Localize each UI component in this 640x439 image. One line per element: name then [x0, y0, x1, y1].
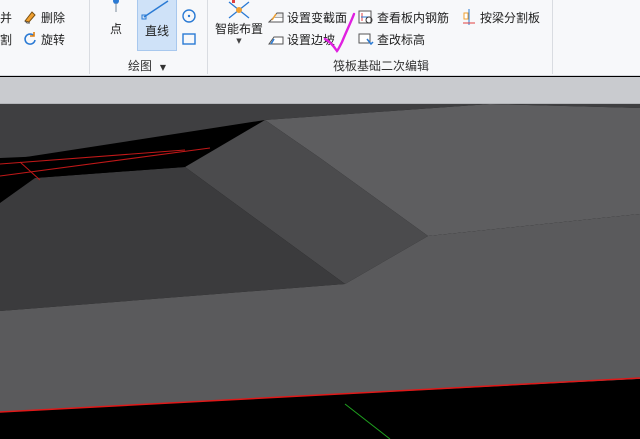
draw-group-label[interactable]: 绘图 ▼	[128, 57, 166, 74]
view-tab-strip	[0, 77, 640, 104]
smart-layout-label: 智能布置	[214, 22, 263, 36]
eraser-icon	[22, 9, 38, 25]
model-canvas	[0, 104, 640, 439]
line-label: 直线	[144, 24, 169, 38]
split-by-beam-button[interactable]: 按梁分割板	[461, 7, 540, 27]
dropdown-arrow-icon: ▼	[236, 37, 242, 45]
group-separator	[89, 0, 90, 74]
rectangle-icon	[182, 33, 196, 45]
rotate-label: 旋转	[41, 32, 66, 47]
line-button[interactable]: 直线	[137, 0, 177, 51]
view-rebar-button[interactable]: 查看板内钢筋	[358, 7, 449, 27]
edit-elevation-button[interactable]: 查改标高	[358, 29, 425, 49]
raft-edit-group-label: 筏板基础二次编辑	[333, 59, 430, 73]
slope-icon	[268, 31, 284, 47]
delete-label: 删除	[41, 10, 66, 25]
smart-layout-icon	[212, 0, 266, 20]
dropdown-arrow-icon: ▼	[159, 63, 166, 72]
rotate-icon	[22, 31, 38, 47]
point-icon	[100, 0, 132, 18]
split-by-beam-label: 按梁分割板	[480, 10, 541, 25]
point-button[interactable]: 点	[100, 0, 132, 50]
point-label: 点	[109, 22, 122, 36]
edit-elevation-label: 查改标高	[377, 32, 426, 47]
group-separator	[207, 0, 208, 74]
merge-button[interactable]: 并	[0, 7, 12, 27]
ribbon-toolbar: 并 删除 割 旋转 点 直线 绘图 ▼ 智能布置 ▼ 设置变截面 设置边坡 查看…	[0, 0, 640, 76]
circle-icon	[182, 9, 196, 23]
circle-draw-button[interactable]	[180, 7, 198, 25]
split-button[interactable]: 割	[0, 29, 12, 49]
split-label: 割	[0, 32, 13, 47]
delete-button[interactable]: 删除	[22, 7, 65, 27]
annotation-stroke	[323, 12, 356, 53]
draw-group-title: 绘图	[128, 59, 153, 73]
split-beam-icon	[461, 9, 477, 25]
rotate-button[interactable]: 旋转	[22, 29, 65, 49]
merge-label: 并	[0, 10, 13, 25]
view-rebar-label: 查看板内钢筋	[377, 10, 450, 25]
line-icon	[138, 0, 176, 20]
group-separator	[552, 0, 553, 74]
3d-viewport[interactable]	[0, 104, 640, 439]
rectangle-draw-button[interactable]	[180, 30, 198, 48]
section-change-icon	[267, 9, 284, 25]
smart-layout-button[interactable]: 智能布置 ▼	[212, 0, 266, 50]
